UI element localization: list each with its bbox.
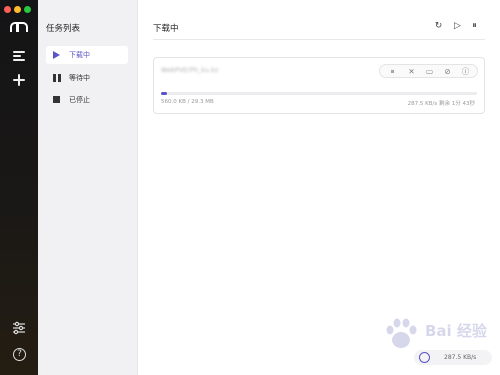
sidebar-item-stopped[interactable]: 已停止 — [46, 91, 128, 109]
pause-all-icon[interactable]: ⏸ — [469, 21, 480, 32]
task-speed-remaining: 287.5 KB/s 剩余 1分 43秒 — [407, 101, 475, 107]
global-speed: 287.5 KB/s — [444, 353, 477, 361]
watermark-text: Bai 经验 — [425, 322, 487, 340]
add-task-icon[interactable] — [9, 70, 29, 90]
window-close-button[interactable] — [4, 6, 11, 13]
progress-bar — [161, 92, 477, 95]
task-name: WebPVE(Ph_ku.kz — [161, 67, 219, 74]
window-zoom-button[interactable] — [24, 6, 31, 13]
sidebar-title: 任务列表 — [46, 24, 81, 34]
task-card[interactable]: WebPVE(Ph_ku.kz ⏸ ✕ ▭ ⊘ ⓘ 560.0 KB / 29.… — [153, 57, 485, 114]
menu-icon[interactable] — [9, 46, 29, 66]
pause-icon — [53, 74, 61, 82]
sidebar-item-label: 已停止 — [69, 96, 90, 104]
window-minimize-button[interactable] — [14, 6, 21, 13]
main-panel: 下载中 ↻ ▷ ⏸ WebPVE(Ph_ku.kz ⏸ ✕ ▭ ⊘ ⓘ 560.… — [139, 0, 500, 375]
settings-sliders-icon[interactable] — [9, 318, 29, 338]
sidebar-item-label: 下载中 — [69, 51, 90, 59]
task-size: 560.0 KB / 29.3 MB — [161, 99, 214, 105]
delete-task-icon[interactable]: ✕ — [406, 66, 417, 77]
task-action-group: ⏸ ✕ ▭ ⊘ ⓘ — [379, 64, 478, 78]
app-logo-icon — [10, 22, 28, 32]
pause-task-icon[interactable]: ⏸ — [387, 66, 398, 77]
sidebar-item-label: 等待中 — [69, 74, 90, 82]
paw-watermark-icon — [386, 318, 417, 348]
play-icon — [53, 51, 61, 59]
app-rail: ? — [0, 0, 38, 375]
sidebar-item-waiting[interactable]: 等待中 — [46, 69, 128, 87]
speedometer-icon — [419, 352, 430, 363]
task-list-sidebar: 任务列表 下载中 等待中 已停止 — [38, 0, 138, 375]
refresh-icon[interactable]: ↻ — [433, 21, 444, 32]
stop-icon — [53, 96, 60, 103]
copy-link-icon[interactable]: ⊘ — [442, 66, 453, 77]
task-info-icon[interactable]: ⓘ — [460, 66, 471, 77]
sidebar-item-downloading[interactable]: 下载中 — [46, 46, 128, 64]
open-folder-icon[interactable]: ▭ — [424, 66, 435, 77]
help-icon[interactable]: ? — [13, 348, 26, 361]
speed-badge[interactable]: 287.5 KB/s — [414, 350, 492, 365]
progress-fill — [161, 92, 168, 95]
page-title: 下载中 — [153, 24, 179, 34]
resume-all-icon[interactable]: ▷ — [452, 21, 463, 32]
header-divider — [153, 39, 485, 40]
